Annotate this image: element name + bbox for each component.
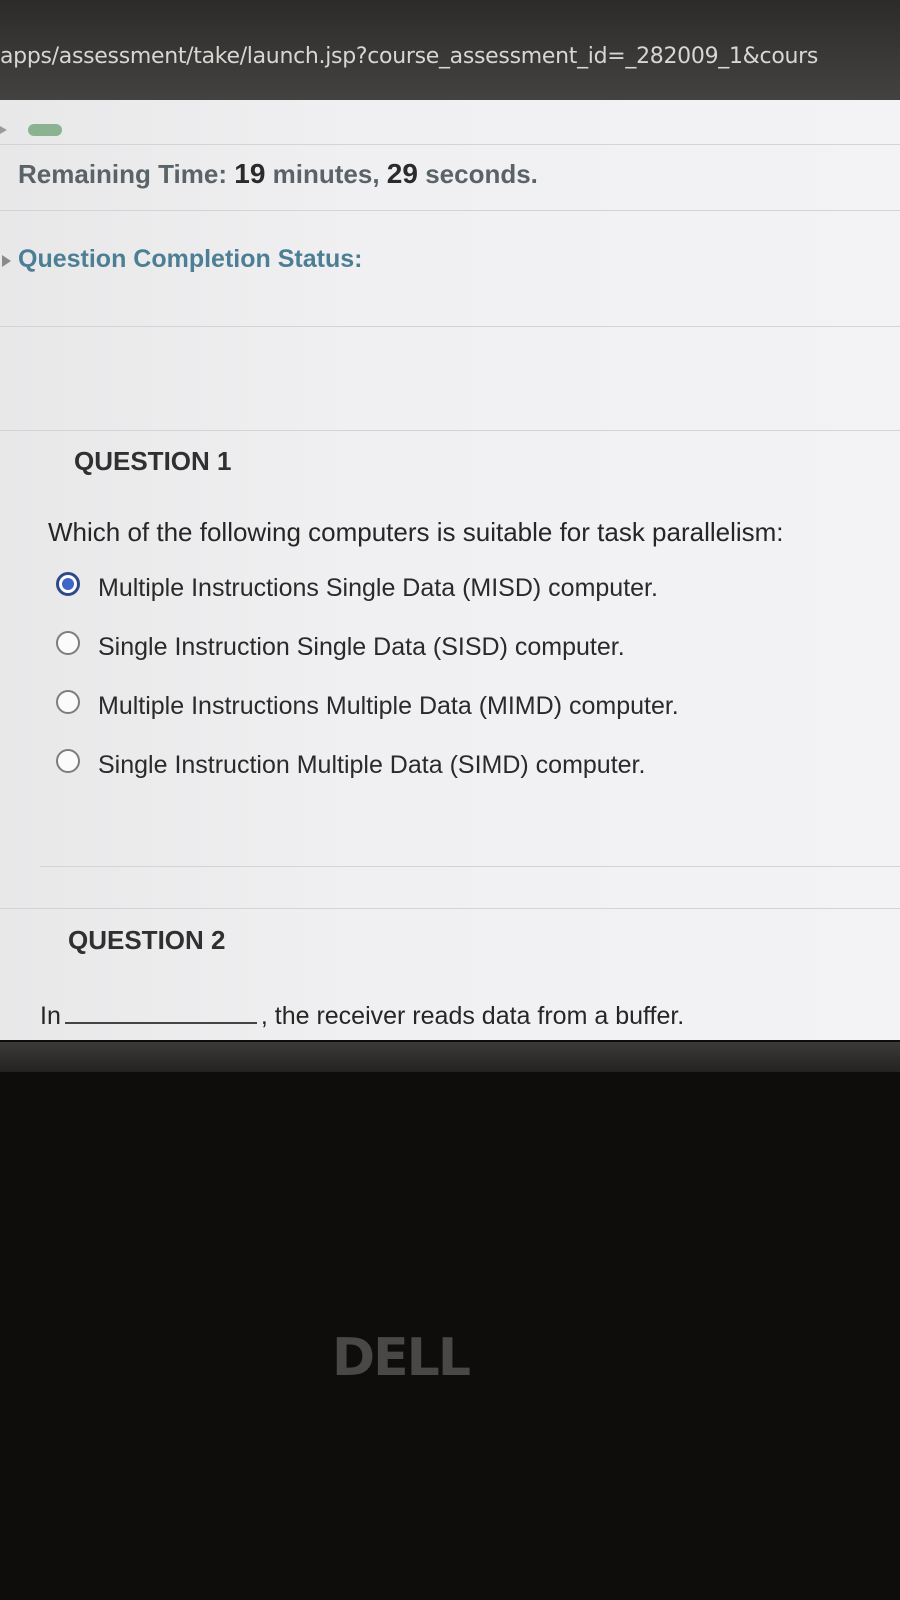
remaining-time: Remaining Time: 19 minutes, 29 seconds.: [18, 158, 538, 190]
collapse-arrow-icon[interactable]: [0, 126, 7, 134]
answer-option-label[interactable]: Multiple Instructions Multiple Data (MIM…: [98, 692, 679, 721]
assessment-page: [0, 100, 900, 1040]
fill-in-blank-field[interactable]: [64, 1000, 257, 1024]
minutes-unit: minutes,: [272, 159, 380, 189]
remaining-time-label: Remaining Time:: [18, 159, 228, 189]
divider: [0, 210, 900, 211]
screen-bezel: [0, 1042, 900, 1072]
question-2-prompt-end: , the receiver reads data from a buffer.: [260, 1002, 685, 1030]
radio-button[interactable]: [56, 749, 80, 773]
question-2-prompt-start: In: [40, 1002, 61, 1030]
radio-button-selected[interactable]: [56, 572, 80, 596]
radio-button[interactable]: [56, 631, 80, 655]
radio-button[interactable]: [56, 690, 80, 714]
browser-address-bar[interactable]: apps/assessment/take/launch.jsp?course_a…: [0, 0, 900, 100]
answer-option-label[interactable]: Single Instruction Single Data (SISD) co…: [98, 633, 625, 662]
question-completion-status[interactable]: Question Completion Status:: [18, 245, 362, 274]
minutes-value: 19: [234, 158, 266, 189]
seconds-unit: seconds.: [425, 159, 538, 189]
question-2-prompt: In , the receiver reads data from a buffe…: [40, 1000, 684, 1031]
expand-status-arrow-icon[interactable]: [2, 255, 11, 267]
divider: [40, 866, 900, 867]
question-1-prompt: Which of the following computers is suit…: [48, 517, 784, 547]
divider: [0, 144, 900, 145]
divider: [0, 326, 900, 327]
answer-option-label[interactable]: Multiple Instructions Single Data (MISD)…: [98, 574, 658, 603]
progress-pill-icon: [28, 124, 62, 136]
seconds-value: 29: [386, 158, 418, 189]
question-1-title: QUESTION 1: [74, 446, 232, 476]
answer-option-label[interactable]: Single Instruction Multiple Data (SIMD) …: [98, 751, 645, 780]
divider: [0, 908, 900, 909]
dell-logo: DELL: [332, 1328, 471, 1388]
divider: [0, 430, 900, 431]
question-2-title: QUESTION 2: [68, 925, 226, 955]
url-text[interactable]: apps/assessment/take/launch.jsp?course_a…: [0, 44, 818, 69]
